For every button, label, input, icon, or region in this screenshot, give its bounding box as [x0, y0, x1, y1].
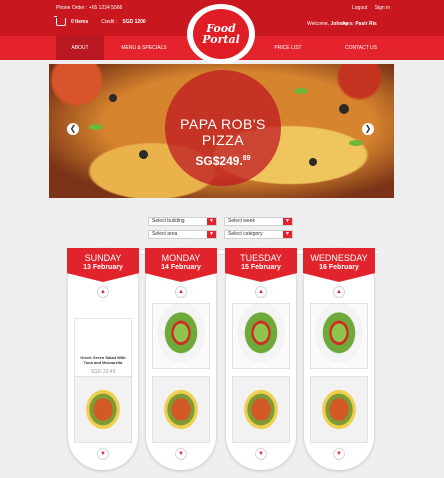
dropdown-caret-icon: ▼	[207, 231, 216, 238]
olive-decoration	[139, 150, 148, 159]
credit-value: SGD 1200	[122, 19, 146, 25]
day-date: 14 February	[161, 264, 201, 271]
select-area-label: Select area	[152, 231, 178, 237]
olive-decoration	[109, 94, 117, 102]
welcome-label: Welcome,	[307, 21, 330, 27]
select-category[interactable]: Select category ▼	[224, 230, 293, 239]
signin-link[interactable]: Sign in	[375, 5, 390, 11]
pepper-decoration	[294, 88, 308, 94]
day-ribbon: TUESDAY 15 February	[225, 248, 297, 282]
day-date: 13 February	[83, 264, 123, 271]
day-ribbon: WEDNESDAY 16 February	[303, 248, 375, 282]
dish-image-salmon[interactable]	[232, 376, 290, 443]
day-column-monday: MONDAY 14 February ▲ ▼	[145, 248, 217, 470]
chevron-down-icon[interactable]: ▼	[333, 448, 345, 460]
hero-price: SG$249.89	[165, 154, 281, 168]
day-ribbon: SUNDAY 13 February	[67, 248, 139, 282]
day-name: WEDNESDAY	[310, 253, 368, 263]
logo-line-2: Portal	[202, 33, 240, 46]
hero-slider: PAPA ROB'S PIZZA SG$249.89 ❮ ❯	[49, 64, 394, 198]
cart-items: 0 Items	[71, 19, 89, 25]
pepper-decoration	[349, 140, 363, 146]
day-column-wednesday: WEDNESDAY 16 February ▲ ▼	[303, 248, 375, 470]
day-name: TUESDAY	[240, 253, 282, 263]
day-date: 16 February	[319, 264, 359, 271]
dish-image-salmon[interactable]	[310, 376, 368, 443]
select-area[interactable]: Select area ▼	[148, 230, 217, 239]
chevron-down-icon[interactable]: ▼	[255, 448, 267, 460]
nav-price-list[interactable]: PRICE LIST	[263, 36, 313, 60]
olive-decoration	[339, 104, 349, 114]
logo-badge: Food Portal	[193, 9, 249, 59]
select-week[interactable]: Select week ▼	[224, 217, 293, 226]
dish-image-salmon[interactable]	[152, 376, 210, 443]
hero-promo[interactable]: PAPA ROB'S PIZZA SG$249.89	[165, 70, 281, 186]
area-text: Area: Pasir Ris	[342, 21, 377, 27]
nav-about[interactable]: ABOUT	[56, 36, 104, 60]
dropdown-caret-icon: ▼	[283, 231, 292, 238]
area-value: Pasir Ris	[355, 21, 377, 27]
next-arrow-icon[interactable]: ❯	[362, 123, 374, 135]
phone-order: Phone Order : +65 1234 5566	[56, 5, 123, 11]
select-building[interactable]: Select building ▼	[148, 217, 217, 226]
hero-title: PAPA ROB'S PIZZA	[180, 116, 266, 148]
chevron-up-icon[interactable]: ▲	[175, 286, 187, 298]
area-label: Area:	[342, 21, 354, 27]
select-building-label: Select building	[152, 218, 185, 224]
cart-summary[interactable]: 0 Items Credit : SGD 1200	[54, 16, 146, 26]
chevron-down-icon[interactable]: ▼	[97, 448, 109, 460]
nav-menu-specials[interactable]: MENU & SPECIALS	[108, 36, 180, 60]
dish-image-salad[interactable]	[152, 303, 210, 369]
prev-arrow-icon[interactable]: ❮	[67, 123, 79, 135]
nav-contact-us[interactable]: CONTACT US	[336, 36, 386, 60]
cart-icon	[54, 16, 66, 26]
account-links: Logout Sign in	[352, 5, 396, 11]
day-column-tuesday: TUESDAY 15 February ▲ ▼	[225, 248, 297, 470]
chevron-up-icon[interactable]: ▲	[97, 286, 109, 298]
dish-image-salad[interactable]	[310, 303, 368, 369]
dish-image-salad[interactable]	[232, 303, 290, 369]
dish-name: Greek Green Salad With Tuna and Mozzarel…	[80, 355, 126, 365]
day-date: 15 February	[241, 264, 281, 271]
chevron-up-icon[interactable]: ▲	[255, 286, 267, 298]
day-name: MONDAY	[161, 253, 201, 263]
pepper-decoration	[89, 124, 103, 130]
site-logo[interactable]: Food Portal	[187, 4, 255, 64]
dish-image-salmon[interactable]	[74, 376, 132, 443]
dropdown-caret-icon: ▼	[207, 218, 216, 225]
select-week-label: Select week	[228, 218, 255, 224]
credit-label: Credit :	[101, 19, 118, 25]
dish-price: SGD 23.49	[90, 369, 116, 375]
logout-link[interactable]: Logout	[352, 5, 367, 11]
hero-price-main: SG$249.	[195, 154, 243, 168]
hero-price-cents: 89	[242, 155, 251, 162]
dropdown-caret-icon: ▼	[283, 218, 292, 225]
day-name: SUNDAY	[84, 253, 122, 263]
day-ribbon: MONDAY 14 February	[145, 248, 217, 282]
day-column-sunday: SUNDAY 13 February ▲ Greek Green Salad W…	[67, 248, 139, 470]
olive-decoration	[309, 158, 317, 166]
chevron-down-icon[interactable]: ▼	[175, 448, 187, 460]
select-category-label: Select category	[228, 231, 263, 237]
chevron-up-icon[interactable]: ▲	[333, 286, 345, 298]
